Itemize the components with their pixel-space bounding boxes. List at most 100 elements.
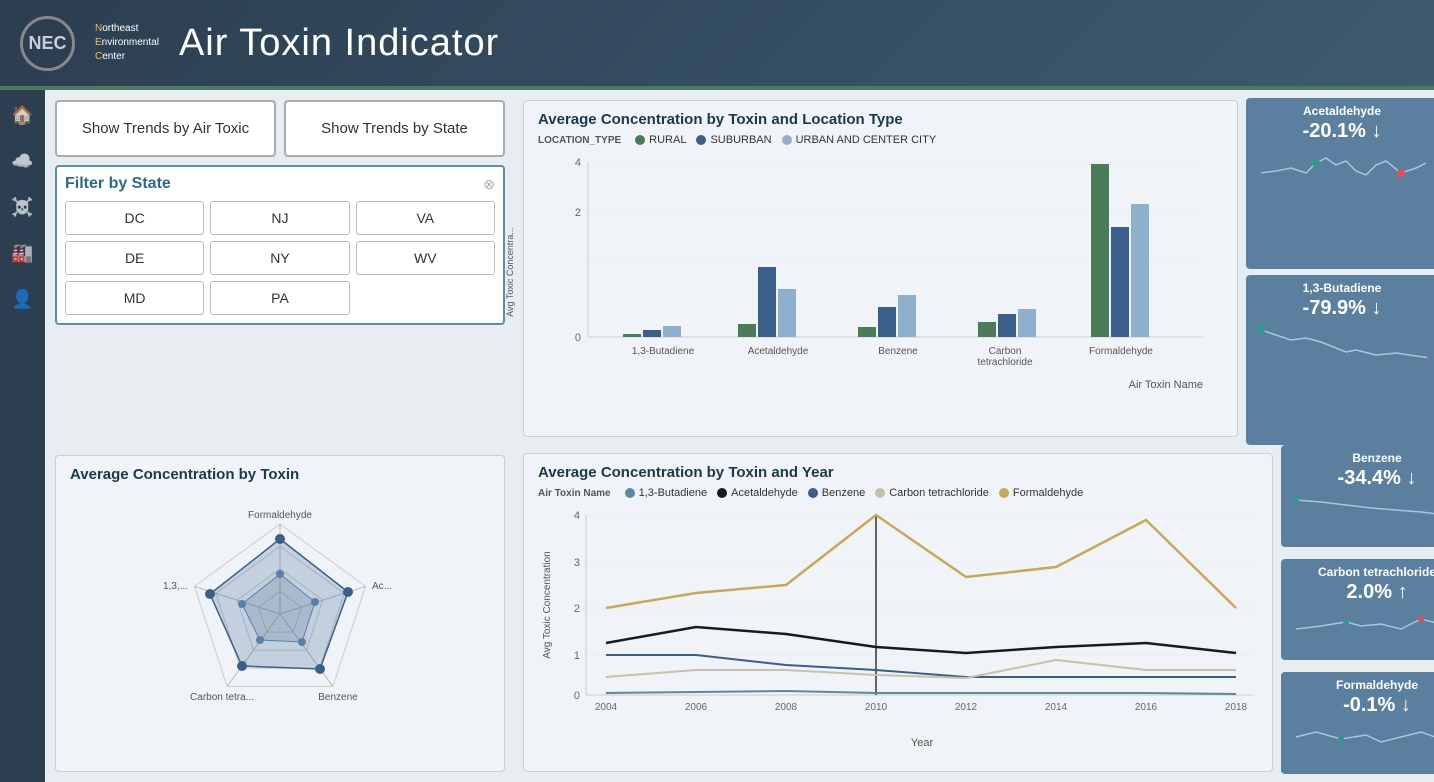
indicator-formaldehyde-title: Formaldehyde [1291,678,1434,692]
radar-svg: Formaldehyde Ac... Benzene Carbon tetra.… [90,479,470,739]
state-pa[interactable]: PA [210,281,349,315]
indicator-panel-top: Acetaldehyde -20.1% ↓ 1,3-Butadiene -79.… [1246,90,1434,445]
logo: NEC [20,16,75,71]
svg-text:2: 2 [575,207,581,219]
bar-chart-container: Avg Toxic Concentra... 4 2 0 [538,152,1223,391]
state-dc[interactable]: DC [65,201,204,235]
indicator-butadiene-value: -79.9% ↓ [1256,297,1428,320]
svg-text:2016: 2016 [1135,702,1158,713]
indicator-acetaldehyde: Acetaldehyde -20.1% ↓ [1246,98,1434,269]
svg-text:4: 4 [574,510,580,522]
bar-chart-panel: Average Concentration by Toxin and Locat… [515,90,1246,445]
state-wv[interactable]: WV [356,241,495,275]
indicator-acetaldehyde-title: Acetaldehyde [1256,104,1428,118]
legend-suburban: SUBURBAN [696,134,771,146]
legend-type-label: LOCATION_TYPE [538,135,621,146]
indicator-carbon-chart [1291,604,1434,655]
svg-text:Acetaldehyde: Acetaldehyde [748,346,809,357]
indicator-formaldehyde-value: -0.1% ↓ [1291,694,1434,717]
svg-text:1,3,...: 1,3,... [163,581,188,592]
hazard-icon[interactable]: ☠️ [11,197,33,218]
svg-text:2004: 2004 [595,702,618,713]
legend-formaldehyde-line: Formaldehyde [999,487,1083,499]
header: NEC Northeast Environmental Center Air T… [0,0,1434,90]
svg-text:tetrachloride: tetrachloride [977,357,1032,368]
svg-text:2010: 2010 [865,702,888,713]
user-icon[interactable]: 👤 [11,289,33,310]
filter-clear-icon[interactable]: ⊗ [483,176,495,193]
indicator-benzene: Benzene -34.4% ↓ [1281,445,1434,547]
svg-text:1: 1 [574,650,580,662]
legend-rural: RURAL [635,134,686,146]
svg-text:2008: 2008 [775,702,798,713]
indicator-acetaldehyde-value: -20.1% ↓ [1256,120,1428,143]
state-grid: DC NJ VA DE NY WV MD PA [65,201,495,315]
state-de[interactable]: DE [65,241,204,275]
svg-text:Formaldehyde: Formaldehyde [1089,346,1153,357]
bar-chart-title: Average Concentration by Toxin and Locat… [538,111,1223,128]
top-row: Show Trends by Air Toxic Show Trends by … [45,90,1434,445]
radar-chart-box: Average Concentration by Toxin [55,455,505,772]
indicator-butadiene: 1,3-Butadiene -79.9% ↓ [1246,275,1434,446]
legend-acetaldehyde-line: Acetaldehyde [717,487,798,499]
cloud-icon[interactable]: ☁️ [11,151,33,172]
svg-text:2: 2 [574,603,580,615]
state-ny[interactable]: NY [210,241,349,275]
state-va[interactable]: VA [356,201,495,235]
filter-header: Filter by State ⊗ [65,175,495,193]
bar-legend: LOCATION_TYPE RURAL SUBURBAN URBAN AND C… [538,134,1223,146]
filter-box: Filter by State ⊗ DC NJ VA DE NY WV MD P… [55,165,505,325]
state-md[interactable]: MD [65,281,204,315]
page-title: Air Toxin Indicator [179,22,499,65]
svg-text:0: 0 [574,690,580,702]
legend-benzene-line: Benzene [808,487,865,499]
bar-chart-svg: 4 2 0 [543,152,1223,372]
line-legend: Air Toxin Name 1,3-Butadiene Acetaldehyd… [538,487,1258,499]
svg-text:Ac...: Ac... [372,581,392,592]
indicator-benzene-chart [1291,490,1434,541]
indicator-carbon-value: 2.0% ↑ [1291,581,1434,604]
show-trends-state-button[interactable]: Show Trends by State [284,100,505,157]
svg-text:2012: 2012 [955,702,978,713]
indicator-formaldehyde: Formaldehyde -0.1% ↓ [1281,672,1434,774]
bar-y-axis-label: Avg Toxic Concentra... [505,227,515,317]
legend-urban: URBAN AND CENTER CITY [782,134,937,146]
svg-text:Carbon tetra...: Carbon tetra... [190,692,254,703]
svg-text:Benzene: Benzene [878,346,918,357]
radar-chart-area: Formaldehyde Ac... Benzene Carbon tetra.… [70,489,490,729]
indicator-butadiene-title: 1,3-Butadiene [1256,281,1428,295]
svg-text:3: 3 [574,557,580,569]
indicator-formaldehyde-chart [1291,717,1434,768]
svg-text:Carbon: Carbon [989,346,1022,357]
org-name: Northeast Environmental Center [95,22,159,64]
line-chart-title: Average Concentration by Toxin and Year [538,464,1258,481]
left-panel: Show Trends by Air Toxic Show Trends by … [45,90,515,445]
indicator-acetaldehyde-chart [1256,143,1428,263]
line-chart-panel: Average Concentration by Toxin and Year … [515,445,1281,782]
svg-text:4: 4 [575,157,581,169]
line-x-axis-label: Year [586,737,1258,749]
state-nj[interactable]: NJ [210,201,349,235]
svg-text:2014: 2014 [1045,702,1068,713]
indicator-panel-bottom: Benzene -34.4% ↓ Carbon tetrachloride 2.… [1281,445,1434,782]
line-chart-box: Average Concentration by Toxin and Year … [523,453,1273,772]
svg-text:Avg Toxic Concentration: Avg Toxic Concentration [542,551,553,658]
show-trends-air-toxic-button[interactable]: Show Trends by Air Toxic [55,100,276,157]
indicator-carbon: Carbon tetrachloride 2.0% ↑ [1281,559,1434,661]
factory-icon[interactable]: 🏭 [11,243,33,264]
trend-buttons: Show Trends by Air Toxic Show Trends by … [55,100,505,157]
bar-chart-box: Average Concentration by Toxin and Locat… [523,100,1238,437]
svg-text:0: 0 [575,332,581,344]
svg-text:1,3-Butadiene: 1,3-Butadiene [632,346,695,357]
line-chart-container: 4 3 2 1 0 [538,505,1258,749]
indicator-benzene-title: Benzene [1291,451,1434,465]
home-icon[interactable]: 🏠 [11,105,33,126]
line-legend-label: Air Toxin Name [538,488,611,499]
sidebar: 🏠 ☁️ ☠️ 🏭 👤 [0,90,45,782]
radar-panel: Average Concentration by Toxin [45,445,515,782]
indicator-benzene-value: -34.4% ↓ [1291,467,1434,490]
main-content: Show Trends by Air Toxic Show Trends by … [45,90,1434,782]
indicator-carbon-title: Carbon tetrachloride [1291,565,1434,579]
legend-carbon-line: Carbon tetrachloride [875,487,989,499]
svg-text:Benzene: Benzene [318,692,358,703]
